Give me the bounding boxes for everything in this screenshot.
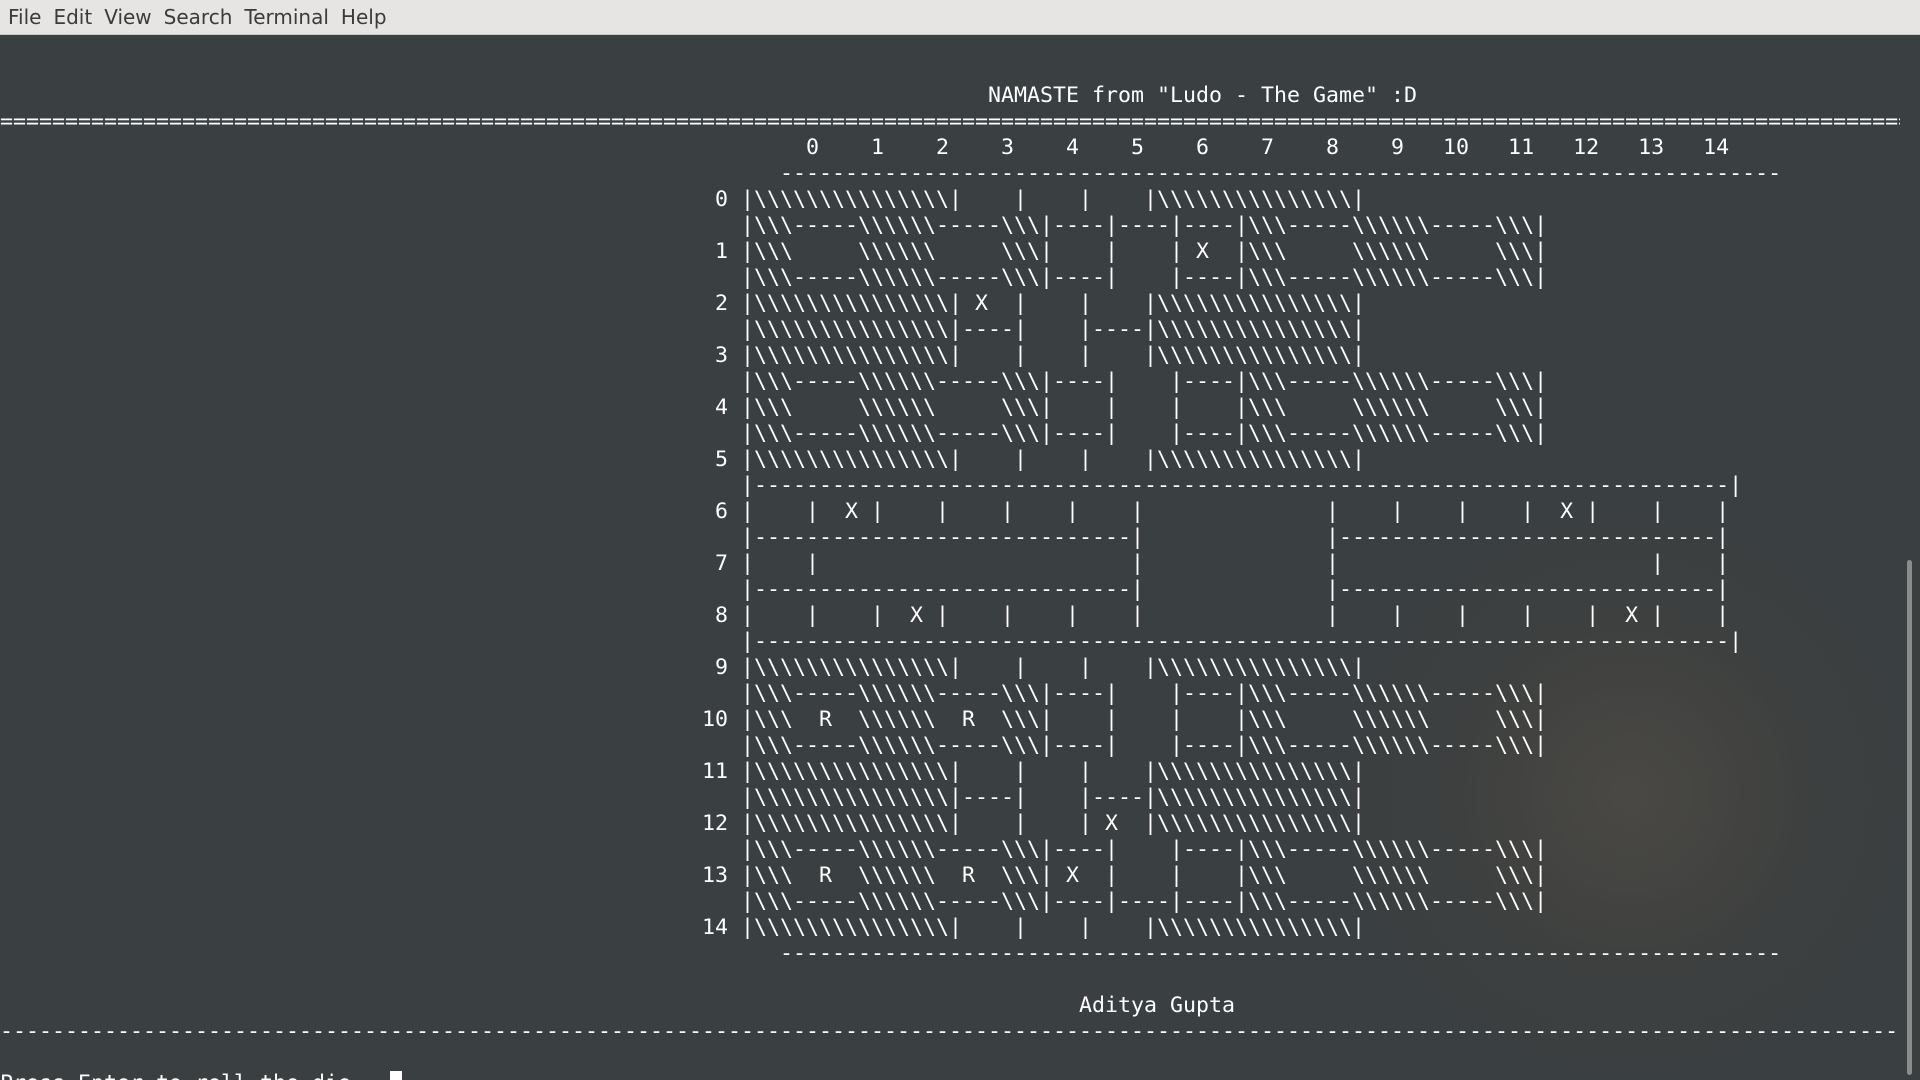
menu-terminal[interactable]: Terminal (238, 0, 335, 35)
scrollbar-thumb[interactable] (1907, 560, 1912, 1075)
terminal-line: 11 |\\\\\\\\\\\\\\\| | | |\\\\\\\\\\\\\\… (0, 759, 1366, 784)
terminal-line: |-----------------------------| |-------… (0, 525, 1730, 550)
menu-file[interactable]: File (2, 0, 47, 35)
terminal-line: |\\\-----\\\\\\-----\\\|----|----|----|\… (0, 889, 1548, 914)
terminal-line: 13 |\\\ R \\\\\\ R \\\| X | | |\\\ \\\\\… (0, 863, 1548, 888)
terminal-line: ----------------------------------------… (0, 1019, 1900, 1044)
menu-help[interactable]: Help (335, 0, 393, 35)
terminal-line: 2 |\\\\\\\\\\\\\\\| X | | |\\\\\\\\\\\\\… (0, 291, 1366, 316)
terminal-line: 0 |\\\\\\\\\\\\\\\| | | |\\\\\\\\\\\\\\\… (0, 187, 1366, 212)
terminal-line: |---------------------------------------… (0, 629, 1743, 654)
terminal-line: ========================================… (0, 109, 1900, 134)
menu-view[interactable]: View (98, 0, 157, 35)
terminal-line: 3 |\\\\\\\\\\\\\\\| | | |\\\\\\\\\\\\\\\… (0, 343, 1366, 368)
terminal-line: 4 |\\\ \\\\\\ \\\| | | |\\\ \\\\\\ \\\| (0, 395, 1548, 420)
terminal-line: 1 |\\\ \\\\\\ \\\| | | X |\\\ \\\\\\ \\\… (0, 239, 1548, 264)
terminal-line: |\\\-----\\\\\\-----\\\|----| |----|\\\-… (0, 733, 1548, 758)
terminal-line: 6 | | X | | | | | | | | | X | | | (0, 499, 1730, 524)
terminal-line: |\\\-----\\\\\\-----\\\|----| |----|\\\-… (0, 421, 1548, 446)
menu-edit[interactable]: Edit (47, 0, 98, 35)
terminal-line: |---------------------------------------… (0, 473, 1743, 498)
terminal-window[interactable]: NAMASTE from "Ludo - The Game" :D =======… (0, 35, 1900, 1080)
terminal-line: 0 1 2 3 4 5 6 7 8 9 10 11 12 13 14 (0, 135, 1730, 160)
menu-bar: File Edit View Search Terminal Help (0, 0, 1920, 35)
terminal-line: 9 |\\\\\\\\\\\\\\\| | | |\\\\\\\\\\\\\\\… (0, 655, 1366, 680)
terminal-line: 14 |\\\\\\\\\\\\\\\| | | |\\\\\\\\\\\\\\… (0, 915, 1366, 940)
terminal-line: 12 |\\\\\\\\\\\\\\\| | | X |\\\\\\\\\\\\… (0, 811, 1366, 836)
terminal-line: 5 |\\\\\\\\\\\\\\\| | | |\\\\\\\\\\\\\\\… (0, 447, 1366, 472)
prompt-line: Press Enter to roll the die... (0, 1071, 1900, 1080)
terminal-line: NAMASTE from "Ludo - The Game" :D (0, 83, 1418, 108)
scrollbar[interactable] (1900, 35, 1920, 1080)
terminal-line: ----------------------------------------… (0, 161, 1782, 186)
terminal-line: 8 | | | X | | | | | | | | | X | | (0, 603, 1730, 628)
text-cursor (390, 1071, 403, 1080)
terminal-output: NAMASTE from "Ludo - The Game" :D =======… (0, 57, 1900, 1080)
terminal-line: |\\\-----\\\\\\-----\\\|----| |----|\\\-… (0, 837, 1548, 862)
terminal-line: |\\\\\\\\\\\\\\\|----| |----|\\\\\\\\\\\… (0, 785, 1366, 810)
terminal-line: Aditya Gupta (0, 993, 1236, 1018)
terminal-line: |\\\\\\\\\\\\\\\|----| |----|\\\\\\\\\\\… (0, 317, 1366, 342)
terminal-line: ----------------------------------------… (0, 941, 1782, 966)
terminal-line: 7 | | | | | | (0, 551, 1730, 576)
terminal-line: |\\\-----\\\\\\-----\\\|----| |----|\\\-… (0, 681, 1548, 706)
prompt-text: Press Enter to roll the die... (0, 1071, 390, 1080)
terminal-line: |\\\-----\\\\\\-----\\\|----|----|----|\… (0, 213, 1548, 238)
terminal-line: |\\\-----\\\\\\-----\\\|----| |----|\\\-… (0, 369, 1548, 394)
menu-search[interactable]: Search (158, 0, 239, 35)
terminal-line: |-----------------------------| |-------… (0, 577, 1730, 602)
terminal-line: |\\\-----\\\\\\-----\\\|----| |----|\\\-… (0, 265, 1548, 290)
terminal-line: 10 |\\\ R \\\\\\ R \\\| | | |\\\ \\\\\\ … (0, 707, 1548, 732)
